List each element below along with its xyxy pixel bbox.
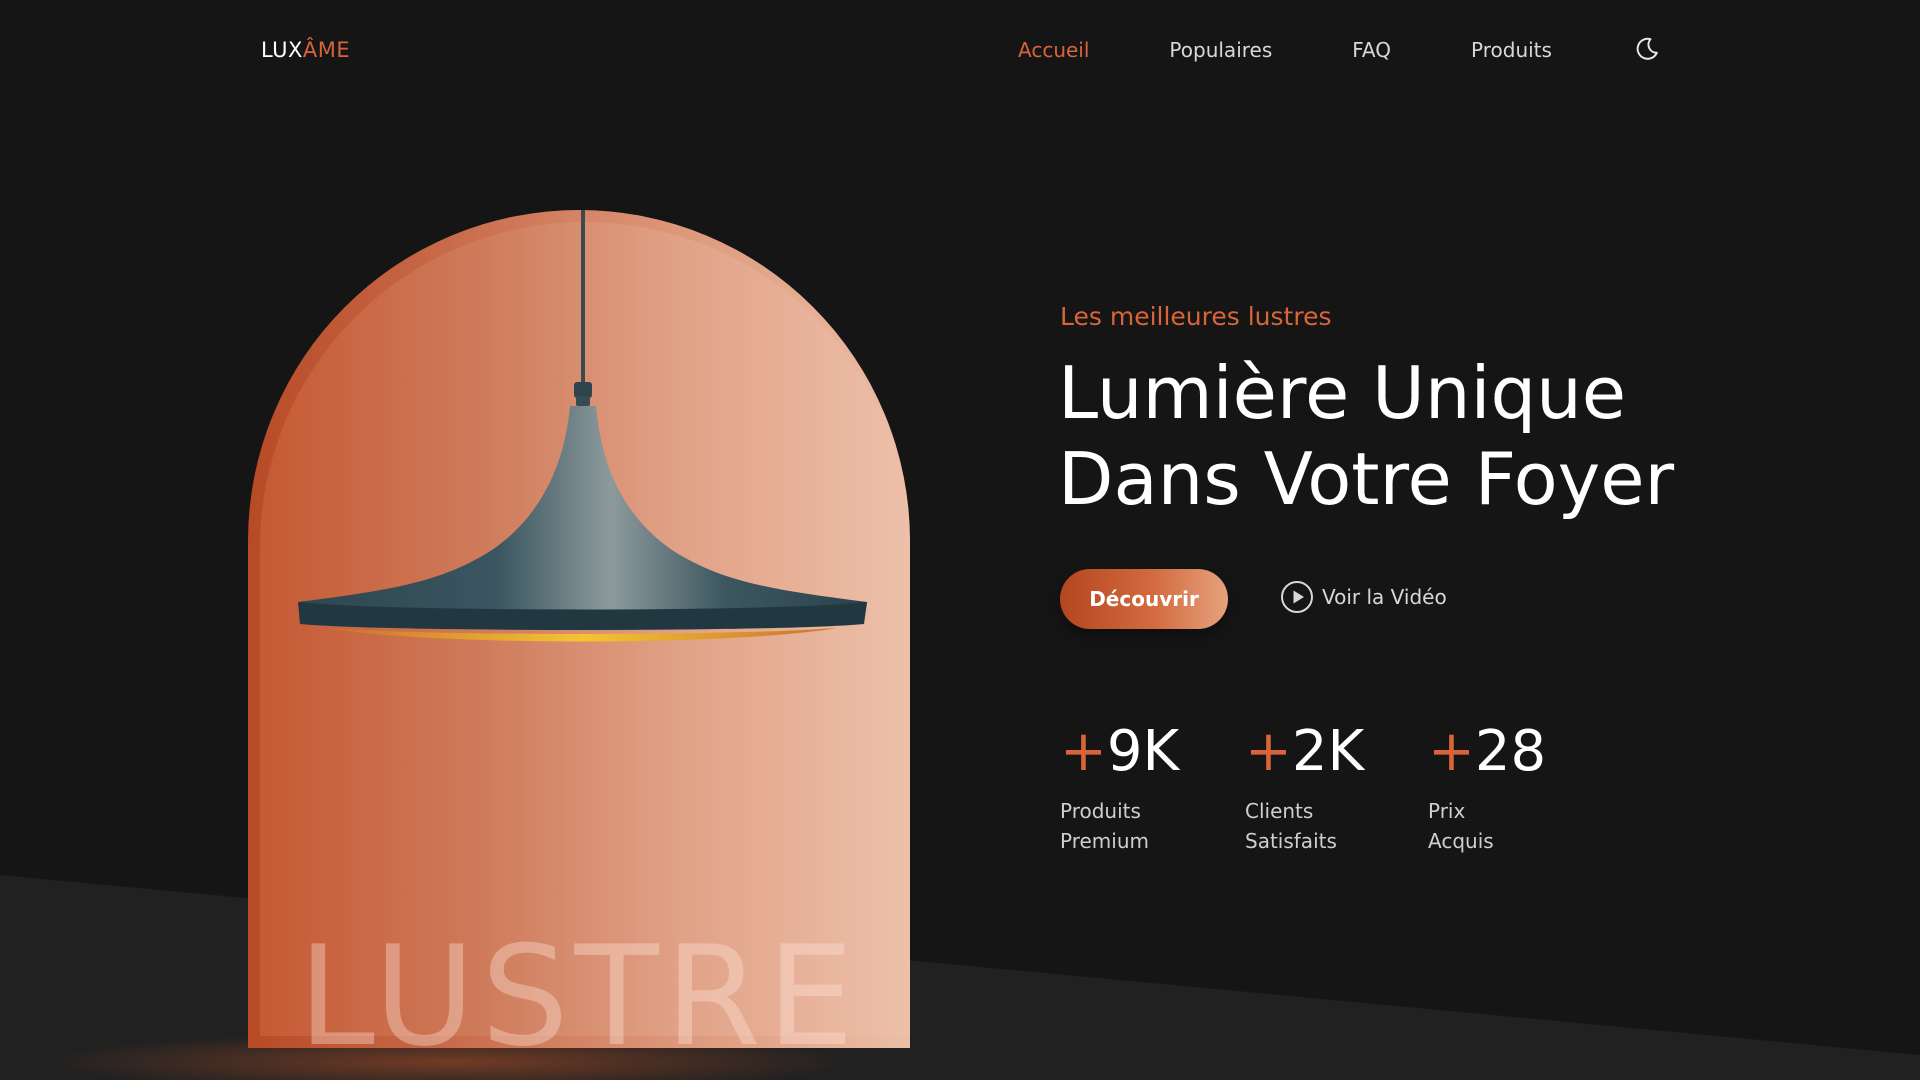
stat-label: Prix Acquis [1428,796,1546,856]
stat-label-line2: Premium [1060,829,1149,853]
watch-video-label: Voir la Vidéo [1322,585,1447,609]
stat-label-line2: Satisfaits [1245,829,1337,853]
watch-video-button[interactable]: Voir la Vidéo [1280,580,1447,614]
stat-plus: + [1060,719,1107,784]
stat-label-line2: Acquis [1428,829,1494,853]
stat-number: 2K [1291,719,1365,784]
hero-eyebrow: Les meilleures lustres [1060,302,1332,331]
stat-number: 28 [1474,719,1547,784]
brand-logo-ame: ÂME [302,38,351,62]
stat-products: +9K Produits Premium [1060,720,1179,856]
moon-icon [1636,37,1658,60]
stat-plus: + [1428,719,1475,784]
hero-image-caption: LUSTRE [298,916,860,1077]
stat-label: Clients Satisfaits [1245,796,1364,856]
hero-headline-line1: Lumière Unique [1058,351,1627,435]
nav-item-accueil[interactable]: Accueil [1018,38,1089,62]
play-circle-icon [1281,581,1313,613]
stat-label-line1: Prix [1428,799,1466,823]
nav-item-populaires[interactable]: Populaires [1169,38,1272,62]
hero-headline-line2: Dans Votre Foyer [1058,437,1675,521]
nav-item-produits[interactable]: Produits [1471,38,1552,62]
stat-value: +28 [1428,720,1546,784]
theme-toggle-button[interactable] [1634,36,1660,62]
site-header: LUXÂME Accueil Populaires FAQ Produits [0,0,1920,100]
discover-button[interactable]: Découvrir [1060,569,1228,629]
stat-label-line1: Produits [1060,799,1141,823]
stat-clients: +2K Clients Satisfaits [1245,720,1364,856]
stat-value: +9K [1060,720,1179,784]
nav-item-faq[interactable]: FAQ [1352,38,1391,62]
stats-row: +9K Produits Premium +2K Clients Satisfa… [1060,720,1620,870]
main-nav: Accueil Populaires FAQ Produits [1018,38,1632,62]
stat-number: 9K [1106,719,1180,784]
pendant-lamp-image [298,210,867,642]
stat-plus: + [1245,719,1292,784]
stat-label: Produits Premium [1060,796,1179,856]
hero-headline: Lumière Unique Dans Votre Foyer [1058,350,1674,522]
brand-logo[interactable]: LUXÂME [261,38,350,62]
stat-label-line1: Clients [1245,799,1314,823]
stat-value: +2K [1245,720,1364,784]
stat-awards: +28 Prix Acquis [1428,720,1546,856]
brand-logo-lux: LUX [261,38,303,62]
